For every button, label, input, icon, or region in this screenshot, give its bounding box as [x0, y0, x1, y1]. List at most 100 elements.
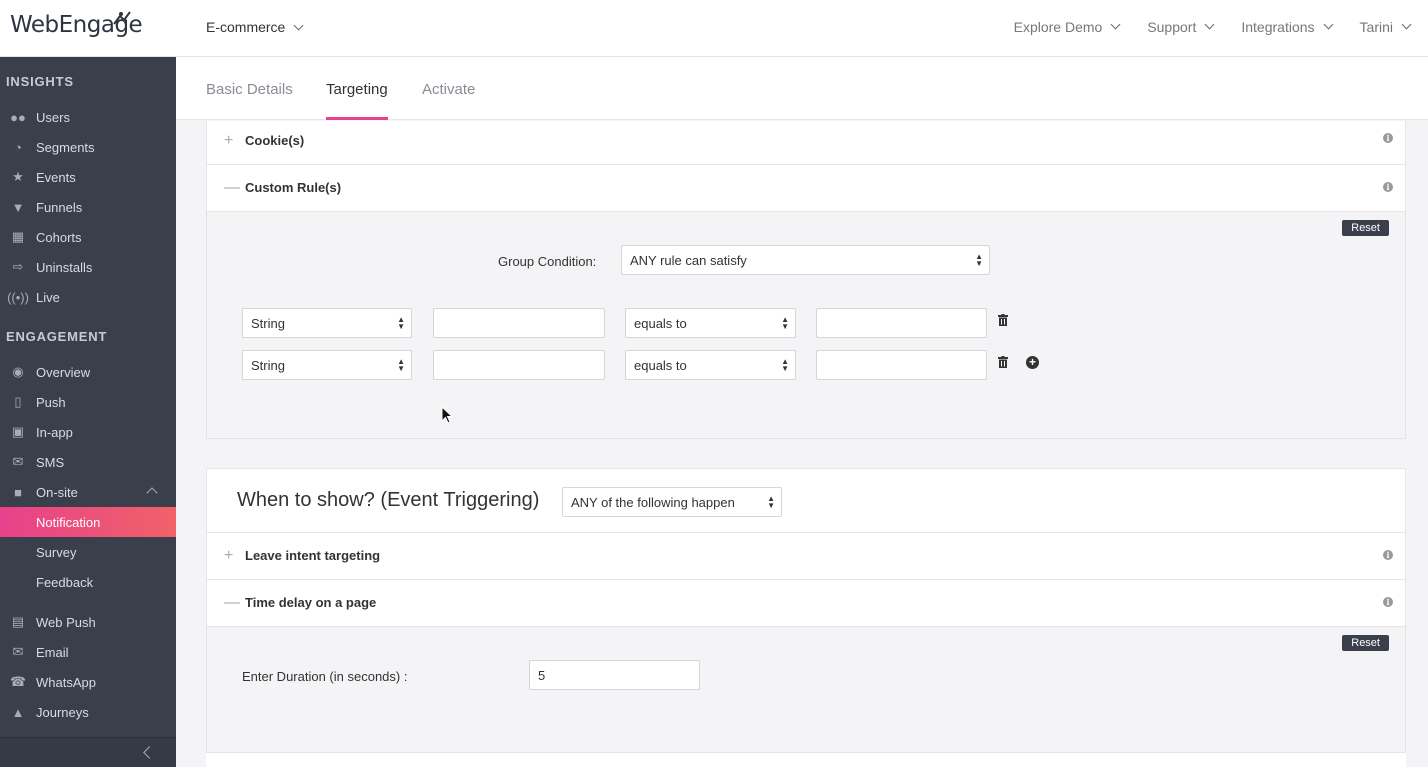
star-icon: ★ — [12, 169, 24, 184]
time-delay-row[interactable]: — Time delay on a page i — [206, 580, 1406, 627]
sidebar-item-notification[interactable]: Notification — [0, 507, 176, 537]
rule-type-select[interactable]: String ▲ ▼ — [242, 350, 412, 380]
tab-targeting[interactable]: Targeting — [326, 81, 388, 120]
sidebar-item-label: WhatsApp — [36, 674, 96, 690]
funnel-icon: ▼ — [11, 199, 25, 215]
sidebar-section-engagement: ENGAGEMENT — [6, 329, 108, 344]
duration-label: Enter Duration (in seconds) : — [242, 669, 408, 684]
nav-label: Integrations — [1241, 19, 1315, 35]
rule-value-input[interactable] — [816, 350, 987, 380]
sidebar-item-funnels[interactable]: ▼ Funnels — [0, 192, 176, 222]
select-arrows-icon: ▲ ▼ — [781, 357, 789, 373]
time-delay-panel: Reset — [206, 627, 1406, 767]
sidebar-item-label: In-app — [36, 424, 73, 440]
rule-value-input[interactable] — [816, 308, 987, 338]
tab-basic-details[interactable]: Basic Details — [206, 81, 293, 120]
live-icon: ((•)) — [7, 289, 29, 305]
select-value: equals to — [634, 316, 687, 331]
logo-bird-icon — [113, 11, 131, 25]
webpush-icon: ▤ — [11, 614, 25, 629]
event-condition-select[interactable]: ANY of the following happen ▲ ▼ — [562, 487, 782, 517]
minus-icon: — — [224, 594, 240, 611]
sidebar-item-events[interactable]: ★ Events — [0, 162, 176, 192]
nav-integrations[interactable]: Integrations — [1241, 19, 1333, 35]
project-selector[interactable]: E-commerce — [206, 19, 304, 35]
sidebar-item-journeys[interactable]: ▲ Journeys — [0, 697, 176, 727]
sidebar-item-live[interactable]: ((•)) Live — [0, 282, 176, 312]
sidebar-item-whatsapp[interactable]: ☎ WhatsApp — [0, 667, 176, 697]
onsite-icon: ■ — [14, 484, 22, 500]
nav-label: Support — [1147, 19, 1197, 35]
rule-key-input[interactable] — [433, 350, 605, 380]
cookies-title: Cookie(s) — [245, 133, 305, 148]
minus-icon: — — [224, 179, 240, 196]
sidebar-item-web-push[interactable]: ▤ Web Push — [0, 607, 176, 637]
nav-label: Explore Demo — [1013, 19, 1103, 35]
sidebar-item-segments[interactable]: ◔ Segments — [0, 132, 176, 162]
info-icon[interactable]: i — [1383, 182, 1393, 192]
group-condition-label: Group Condition: — [498, 254, 597, 269]
nav-user-menu[interactable]: Tarini — [1360, 19, 1412, 35]
trash-icon[interactable] — [998, 356, 1008, 368]
reset-button[interactable]: Reset — [1342, 635, 1389, 651]
plus-icon: + — [224, 547, 234, 564]
email-icon: ✉ — [12, 644, 24, 659]
info-icon[interactable]: i — [1383, 597, 1393, 607]
reset-button[interactable]: Reset — [1342, 220, 1389, 236]
sidebar-item-on-site[interactable]: ■ On-site — [0, 477, 176, 507]
plus-icon: + — [224, 132, 234, 149]
trash-icon[interactable] — [998, 314, 1008, 326]
duration-input[interactable]: 5 — [529, 660, 700, 690]
leave-intent-title: Leave intent targeting — [245, 548, 381, 563]
sidebar-item-users[interactable]: ●● Users — [0, 102, 176, 132]
project-label: E-commerce — [206, 19, 286, 35]
select-arrows-icon: ▲ ▼ — [781, 315, 789, 331]
rule-operator-select[interactable]: equals to ▲ ▼ — [625, 308, 796, 338]
sidebar-item-email[interactable]: ✉ Email — [0, 637, 176, 667]
info-icon[interactable]: i — [1383, 550, 1393, 560]
sidebar-item-overview[interactable]: ◉ Overview — [0, 357, 176, 387]
select-value: String — [251, 358, 285, 373]
leave-intent-row[interactable]: + Leave intent targeting i — [206, 533, 1406, 580]
event-triggering-header: When to show? (Event Triggering) — [206, 468, 1406, 533]
custom-rules-row[interactable]: — Custom Rule(s) i — [206, 165, 1406, 212]
sidebar-item-label: Events — [36, 169, 76, 185]
cookies-row[interactable]: + Cookie(s) i — [206, 121, 1406, 165]
sidebar-item-in-app[interactable]: ▣ In-app — [0, 417, 176, 447]
info-icon[interactable]: i — [1383, 133, 1393, 143]
sidebar-item-sms[interactable]: ✉ SMS — [0, 447, 176, 477]
sidebar-item-label: Survey — [36, 544, 77, 560]
rule-operator-select[interactable]: equals to ▲ ▼ — [625, 350, 796, 380]
sidebar-item-label: Cohorts — [36, 229, 82, 245]
sidebar-item-survey[interactable]: Survey — [0, 537, 176, 567]
sidebar-item-feedback[interactable]: Feedback — [0, 567, 176, 597]
group-condition-select[interactable]: ANY rule can satisfy ▲ ▼ — [621, 245, 990, 275]
chevron-down-icon — [293, 20, 304, 31]
select-arrows-icon: ▲ ▼ — [397, 315, 405, 331]
sidebar-item-cohorts[interactable]: ▦ Cohorts — [0, 222, 176, 252]
phone-icon: ▯ — [14, 394, 22, 409]
sidebar-item-label: Journeys — [36, 704, 89, 720]
sidebar-item-label: Funnels — [36, 199, 83, 215]
sidebar: INSIGHTS ●● Users ◔ Segments ★ Events ▼ Funn… — [0, 57, 176, 767]
sidebar-item-push[interactable]: ▯ Push — [0, 387, 176, 417]
nav-explore-demo[interactable]: Explore Demo — [1013, 19, 1121, 35]
uninstall-icon: ⇨ — [12, 259, 24, 274]
rule-type-select[interactable]: String ▲ ▼ — [242, 308, 412, 338]
chevron-down-icon — [1323, 19, 1333, 29]
pie-icon: ◔ — [14, 139, 22, 155]
sidebar-item-label: SMS — [36, 454, 65, 470]
sidebar-item-uninstalls[interactable]: ⇨ Uninstalls — [0, 252, 176, 282]
inapp-icon: ▣ — [11, 424, 25, 439]
nav-support[interactable]: Support — [1147, 19, 1215, 35]
rule-key-input[interactable] — [433, 308, 605, 338]
select-arrows-icon: ▲ ▼ — [767, 494, 775, 510]
eye-icon: ◉ — [12, 364, 24, 379]
select-value: String — [251, 316, 285, 331]
sidebar-section-insights: INSIGHTS — [6, 74, 74, 89]
tabs-bar: Basic Details Targeting Activate — [176, 57, 1428, 120]
sidebar-collapse-button[interactable] — [0, 737, 176, 767]
tab-activate[interactable]: Activate — [422, 81, 475, 120]
sidebar-item-label: Notification — [36, 514, 101, 530]
add-rule-icon[interactable]: + — [1026, 356, 1039, 369]
